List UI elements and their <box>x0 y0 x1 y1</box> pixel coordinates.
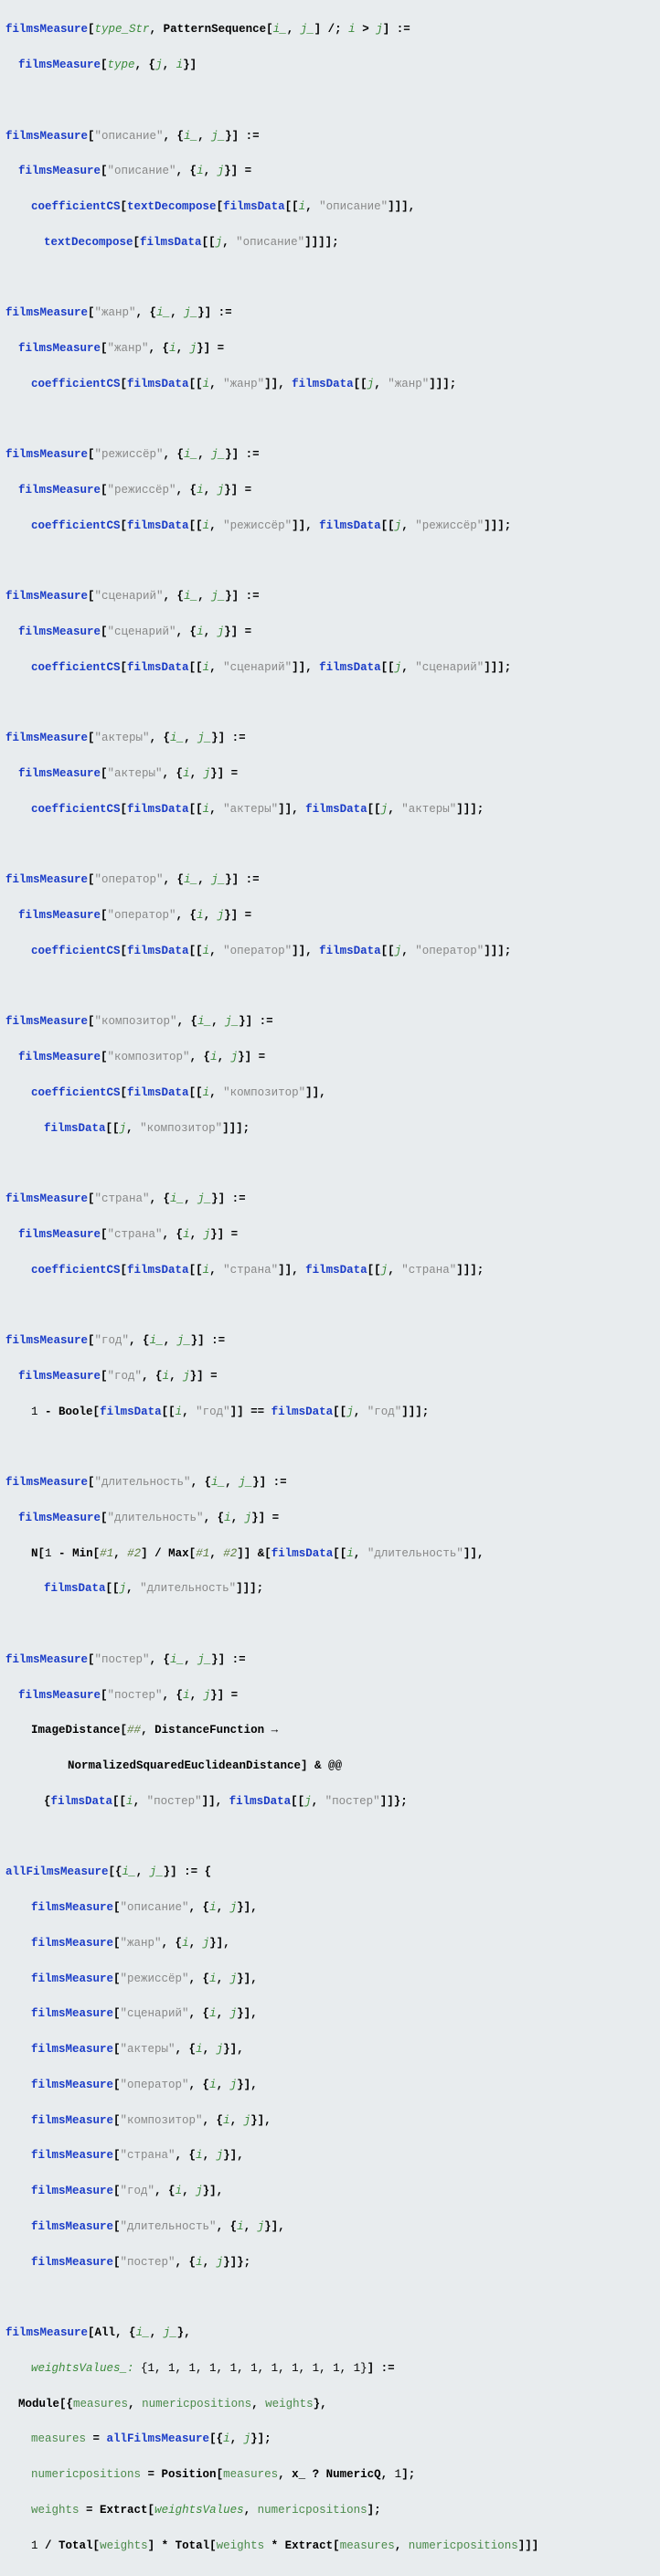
line: filmsMeasure["сценарий", {i, j}], <box>5 2005 655 2023</box>
line: filmsMeasure["год", {i_, j_}] := <box>5 1332 655 1350</box>
line: {filmsData[[i, "постер"]], filmsData[[j,… <box>5 1793 655 1811</box>
line: coefficientCS[filmsData[[i, "композитор"… <box>5 1085 655 1102</box>
line: filmsMeasure["оператор", {i, j}], <box>5 2077 655 2094</box>
line: N[1 - Min[#1, #2] / Max[#1, #2]] &[films… <box>5 1545 655 1563</box>
line: filmsMeasure[type_Str, PatternSequence[i… <box>5 21 655 38</box>
line: filmsMeasure["актеры", {i, j}], <box>5 2041 655 2058</box>
line: filmsMeasure[type, {j, i}] <box>5 57 655 74</box>
line: filmsMeasure["постер", {i, j}] = <box>5 1687 655 1705</box>
line: coefficientCS[filmsData[[i, "жанр"]], fi… <box>5 376 655 393</box>
line: filmsMeasure["описание", {i_, j_}] := <box>5 128 655 145</box>
line: filmsMeasure["жанр", {i, j}] = <box>5 340 655 358</box>
line: filmsMeasure["год", {i, j}], <box>5 2183 655 2200</box>
line: filmsMeasure["режиссёр", {i_, j_}] := <box>5 446 655 464</box>
line: filmsMeasure["страна", {i, j}] = <box>5 1226 655 1244</box>
line: filmsMeasure["актеры", {i_, j_}] := <box>5 730 655 747</box>
line: coefficientCS[filmsData[[i, "режиссёр"]]… <box>5 518 655 535</box>
line: filmsMeasure["композитор", {i, j}] = <box>5 1049 655 1066</box>
line: filmsMeasure[All, {i_, j_}, <box>5 2325 655 2342</box>
line: filmsMeasure["страна", {i_, j_}] := <box>5 1191 655 1208</box>
line: filmsMeasure["сценарий", {i_, j_}] := <box>5 588 655 605</box>
line: filmsMeasure["оператор", {i_, j_}] := <box>5 871 655 889</box>
line: filmsData[[j, "длительность"]]]; <box>5 1580 655 1598</box>
line: filmsMeasure["композитор", {i_, j_}] := <box>5 1013 655 1031</box>
line: filmsMeasure["жанр", {i_, j_}] := <box>5 305 655 322</box>
line: ImageDistance[##, DistanceFunction → <box>5 1722 655 1739</box>
line: filmsMeasure["страна", {i, j}], <box>5 2147 655 2164</box>
line: filmsMeasure["постер", {i_, j_}] := <box>5 1651 655 1669</box>
line: 1 / Total[weights] * Total[weights * Ext… <box>5 2538 655 2555</box>
line: filmsMeasure["режиссёр", {i, j}], <box>5 1971 655 1988</box>
code-block: filmsMeasure[type_Str, PatternSequence[i… <box>0 0 660 2576</box>
line: NormalizedSquaredEuclideanDistance] & @@ <box>5 1758 655 1775</box>
line: filmsMeasure["длительность", {i_, j_}] :… <box>5 1474 655 1491</box>
line: filmsMeasure["композитор", {i, j}], <box>5 2112 655 2130</box>
line: allFilmsMeasure[{i_, j_}] := { <box>5 1864 655 1881</box>
line: weightsValues_: {1, 1, 1, 1, 1, 1, 1, 1,… <box>5 2360 655 2378</box>
line: coefficientCS[filmsData[[i, "сценарий"]]… <box>5 659 655 677</box>
line: weights = Extract[weightsValues, numeric… <box>5 2502 655 2519</box>
line: 1 - Boole[filmsData[[i, "год"]] == films… <box>5 1404 655 1421</box>
line: filmsData[[j, "композитор"]]]; <box>5 1120 655 1138</box>
line: filmsMeasure["длительность", {i, j}] = <box>5 1510 655 1527</box>
line: filmsMeasure["год", {i, j}] = <box>5 1368 655 1385</box>
line: coefficientCS[textDecompose[filmsData[[i… <box>5 198 655 216</box>
line: coefficientCS[filmsData[[i, "актеры"]], … <box>5 801 655 818</box>
line: filmsMeasure["описание", {i, j}] = <box>5 163 655 180</box>
line: coefficientCS[filmsData[[i, "страна"]], … <box>5 1262 655 1279</box>
line: Module[{measures, numericpositions, weig… <box>5 2396 655 2413</box>
line: filmsMeasure["длительность", {i, j}], <box>5 2218 655 2236</box>
line: filmsMeasure["актеры", {i, j}] = <box>5 765 655 783</box>
line: filmsMeasure["сценарий", {i, j}] = <box>5 624 655 641</box>
line: numericpositions = Position[measures, x_… <box>5 2466 655 2484</box>
line: textDecompose[filmsData[[j, "описание"]]… <box>5 234 655 251</box>
line: filmsMeasure["режиссёр", {i, j}] = <box>5 482 655 499</box>
line: filmsMeasure["постер", {i, j}]}; <box>5 2254 655 2271</box>
line: filmsMeasure["описание", {i, j}], <box>5 1899 655 1917</box>
line: coefficientCS[filmsData[[i, "оператор"]]… <box>5 943 655 960</box>
line: measures = allFilmsMeasure[{i, j}]; <box>5 2431 655 2448</box>
line: filmsMeasure["оператор", {i, j}] = <box>5 907 655 925</box>
line: filmsMeasure["жанр", {i, j}], <box>5 1935 655 1952</box>
